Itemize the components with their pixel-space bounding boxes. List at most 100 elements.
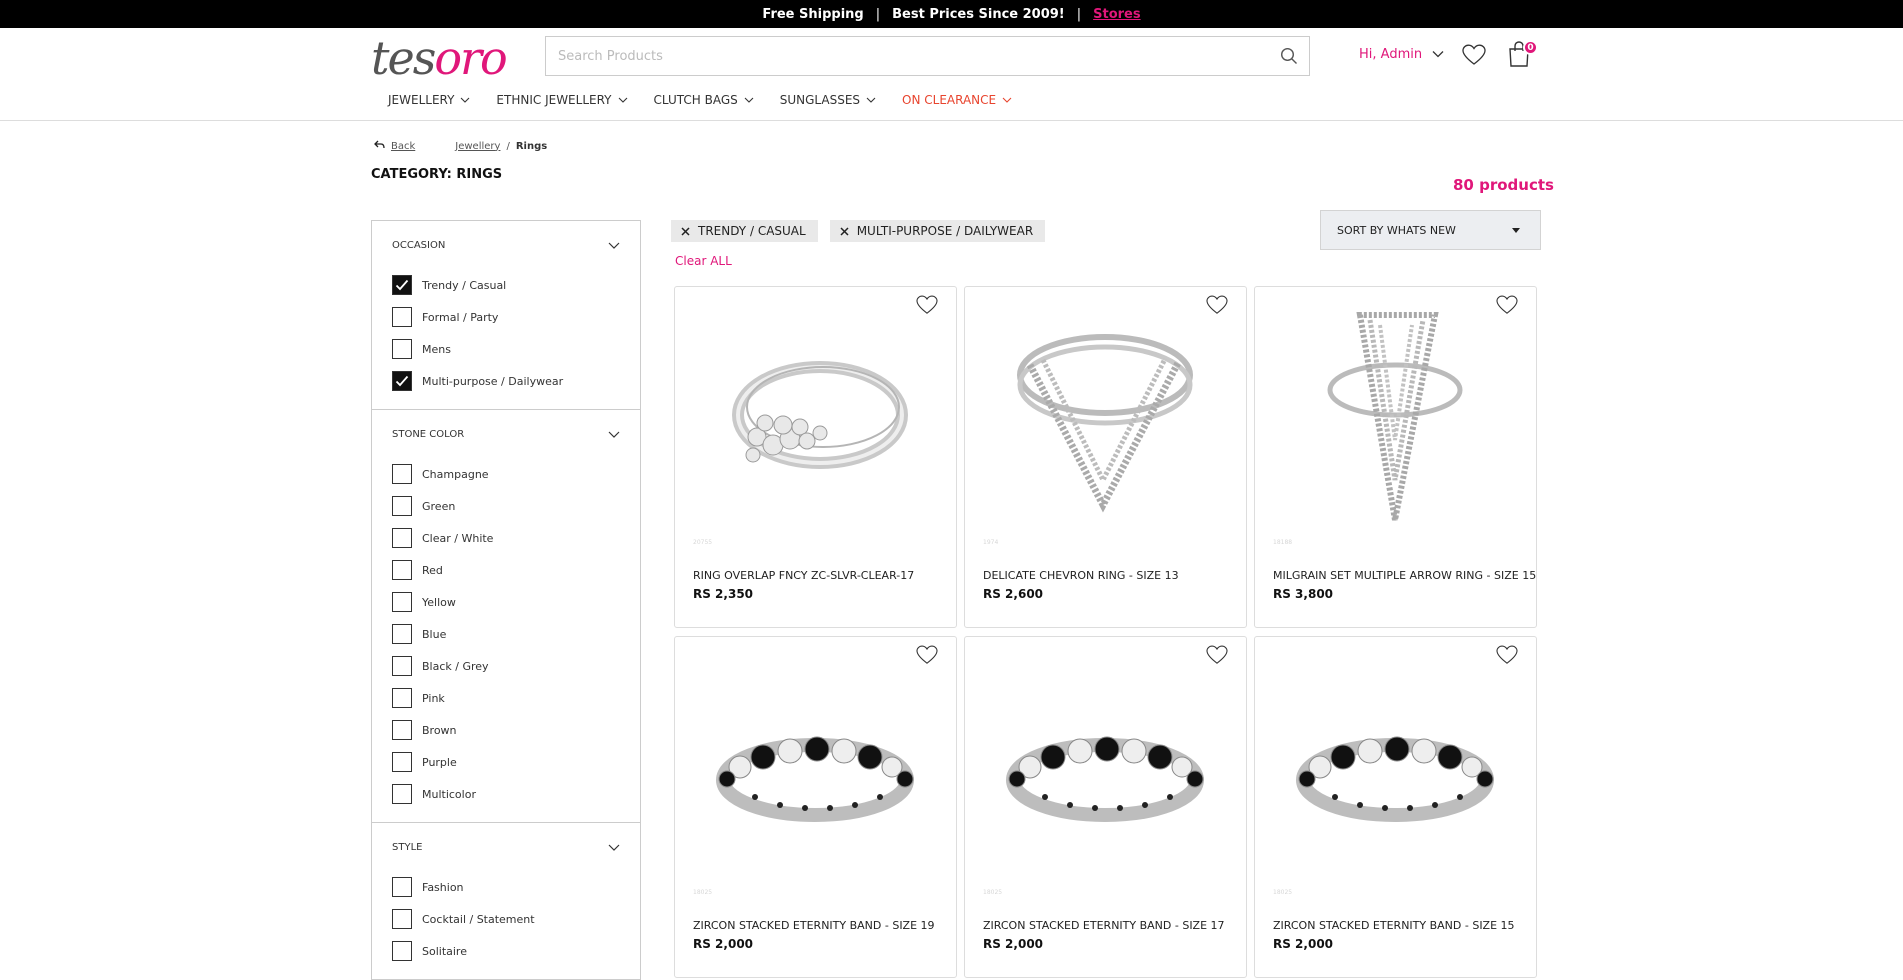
product-card[interactable]: 18025 ZIRCON STACKED ETERNITY BAND - SIZ… bbox=[674, 636, 957, 978]
filter-option[interactable]: Trendy / Casual bbox=[392, 269, 620, 301]
checkbox[interactable] bbox=[392, 464, 412, 484]
filter-option[interactable]: Champagne bbox=[392, 458, 620, 490]
nav-item-on-clearance[interactable]: ON CLEARANCE bbox=[902, 93, 1012, 107]
checkbox[interactable] bbox=[392, 592, 412, 612]
nav-item-clutch-bags[interactable]: CLUTCH BAGS bbox=[654, 93, 754, 107]
search-input[interactable] bbox=[546, 37, 1269, 75]
product-name[interactable]: MILGRAIN SET MULTIPLE ARROW RING - SIZE … bbox=[1273, 569, 1536, 582]
search-icon[interactable] bbox=[1269, 37, 1309, 75]
checkbox[interactable] bbox=[392, 339, 412, 359]
separator: | bbox=[875, 6, 881, 22]
checkbox[interactable] bbox=[392, 528, 412, 548]
product-card[interactable]: 18188 MILGRAIN SET MULTIPLE ARROW RING -… bbox=[1254, 286, 1537, 628]
filter-option[interactable]: Blue bbox=[392, 618, 620, 650]
best-prices-text: Best Prices Since 2009! bbox=[892, 6, 1065, 22]
checkbox[interactable] bbox=[392, 496, 412, 516]
sort-dropdown[interactable]: SORT BY WHATS NEW bbox=[1320, 210, 1541, 250]
nav-item-ethnic-jewellery[interactable]: ETHNIC JEWELLERY bbox=[496, 93, 627, 107]
chevron-down-icon bbox=[744, 97, 754, 103]
filter-option[interactable]: Cocktail / Statement bbox=[392, 903, 620, 935]
product-price: RS 3,800 bbox=[1273, 587, 1334, 601]
filter-option[interactable]: Solitaire bbox=[392, 935, 620, 967]
product-name[interactable]: DELICATE CHEVRON RING - SIZE 13 bbox=[983, 569, 1243, 582]
back-arrow-icon[interactable] bbox=[374, 140, 385, 152]
filters-sidebar: OCCASION Trendy / Casual Formal / Party … bbox=[371, 220, 641, 980]
filter-chip[interactable]: MULTI-PURPOSE / DAILYWEAR bbox=[829, 220, 1046, 242]
filter-chip[interactable]: TRENDY / CASUAL bbox=[671, 220, 818, 242]
close-icon bbox=[681, 226, 690, 236]
product-sku: 20755 bbox=[693, 539, 713, 546]
product-card[interactable]: 18025 ZIRCON STACKED ETERNITY BAND - SIZ… bbox=[964, 636, 1247, 978]
product-image[interactable] bbox=[1275, 655, 1515, 885]
product-sku: 18025 bbox=[983, 889, 1003, 896]
product-card[interactable]: 18025 ZIRCON STACKED ETERNITY BAND - SIZ… bbox=[1254, 636, 1537, 978]
product-card[interactable]: 1974 DELICATE CHEVRON RING - SIZE 13 RS … bbox=[964, 286, 1247, 628]
chevron-down-icon bbox=[461, 97, 470, 103]
filter-option[interactable]: Multicolor bbox=[392, 778, 620, 810]
product-image[interactable] bbox=[1275, 305, 1515, 535]
filter-option[interactable]: Fashion bbox=[392, 871, 620, 903]
checkbox[interactable] bbox=[392, 941, 412, 961]
breadcrumb-jewellery[interactable]: Jewellery bbox=[455, 141, 500, 152]
main-nav: JEWELLERY ETHNIC JEWELLERY CLUTCH BAGS S… bbox=[388, 93, 1038, 107]
promo-bar: Free Shipping | Best Prices Since 2009! … bbox=[0, 0, 1903, 28]
product-name[interactable]: ZIRCON STACKED ETERNITY BAND - SIZE 15 bbox=[1273, 919, 1533, 932]
filter-option[interactable]: Pink bbox=[392, 682, 620, 714]
clear-all-link[interactable]: Clear ALL bbox=[675, 254, 732, 268]
stores-link[interactable]: Stores bbox=[1093, 7, 1140, 22]
checkbox[interactable] bbox=[392, 560, 412, 580]
account-greeting: Hi, Admin bbox=[1359, 47, 1423, 62]
chevron-down-icon bbox=[608, 844, 620, 851]
cart-icon[interactable]: 0 bbox=[1507, 40, 1538, 72]
checkbox[interactable] bbox=[392, 877, 412, 897]
wishlist-icon[interactable] bbox=[1462, 44, 1486, 70]
breadcrumb-current: Rings bbox=[515, 140, 548, 152]
filter-option[interactable]: Clear / White bbox=[392, 522, 620, 554]
filter-option[interactable]: Formal / Party bbox=[392, 301, 620, 333]
filter-option[interactable]: Green bbox=[392, 490, 620, 522]
checkbox[interactable] bbox=[392, 688, 412, 708]
product-name[interactable]: ZIRCON STACKED ETERNITY BAND - SIZE 19 bbox=[693, 919, 953, 932]
back-link[interactable]: Back bbox=[391, 141, 415, 152]
checkbox[interactable] bbox=[392, 784, 412, 804]
product-image[interactable] bbox=[985, 655, 1225, 885]
filter-option[interactable]: Multi-purpose / Dailywear bbox=[392, 365, 620, 397]
filter-header[interactable]: OCCASION bbox=[392, 221, 620, 269]
product-image[interactable] bbox=[695, 655, 935, 885]
filter-option[interactable]: Mens bbox=[392, 333, 620, 365]
product-name[interactable]: RING OVERLAP FNCY ZC-SLVR-CLEAR-17 bbox=[693, 569, 953, 582]
sort-label: SORT BY WHATS NEW bbox=[1337, 223, 1456, 237]
chevron-down-icon bbox=[1432, 47, 1444, 62]
filter-option[interactable]: Yellow bbox=[392, 586, 620, 618]
product-count: 80 products bbox=[1453, 176, 1554, 194]
close-icon bbox=[840, 226, 849, 236]
page-title: CATEGORY: RINGS bbox=[371, 167, 503, 182]
product-card[interactable]: 20755 RING OVERLAP FNCY ZC-SLVR-CLEAR-17… bbox=[674, 286, 957, 628]
filter-header[interactable]: STYLE bbox=[392, 823, 620, 871]
checkbox[interactable] bbox=[392, 656, 412, 676]
checkbox[interactable] bbox=[392, 624, 412, 644]
nav-item-jewellery[interactable]: JEWELLERY bbox=[388, 93, 470, 107]
product-sku: 1974 bbox=[983, 539, 999, 546]
checkbox[interactable] bbox=[392, 720, 412, 740]
checkbox[interactable] bbox=[392, 307, 412, 327]
checkbox-checked[interactable] bbox=[392, 371, 412, 391]
checkbox[interactable] bbox=[392, 752, 412, 772]
filter-option[interactable]: Brown bbox=[392, 714, 620, 746]
filter-stone-color: STONE COLOR Champagne Green Clear / Whit… bbox=[372, 410, 640, 823]
product-price: RS 2,000 bbox=[1273, 937, 1334, 951]
account-menu[interactable]: Hi, Admin bbox=[1359, 47, 1444, 62]
filter-option[interactable]: Black / Grey bbox=[392, 650, 620, 682]
filter-header[interactable]: STONE COLOR bbox=[392, 410, 620, 458]
product-image[interactable] bbox=[985, 305, 1225, 535]
filter-option[interactable]: Purple bbox=[392, 746, 620, 778]
product-image[interactable] bbox=[695, 305, 935, 535]
tesoro-logo[interactable]: tesoro bbox=[371, 33, 508, 84]
product-name[interactable]: ZIRCON STACKED ETERNITY BAND - SIZE 17 bbox=[983, 919, 1243, 932]
breadcrumb-separator: / bbox=[506, 140, 510, 152]
checkbox[interactable] bbox=[392, 909, 412, 929]
filter-option[interactable]: Red bbox=[392, 554, 620, 586]
breadcrumb: Back Jewellery / Rings bbox=[374, 140, 547, 152]
nav-item-sunglasses[interactable]: SUNGLASSES bbox=[780, 93, 876, 107]
checkbox-checked[interactable] bbox=[392, 275, 412, 295]
